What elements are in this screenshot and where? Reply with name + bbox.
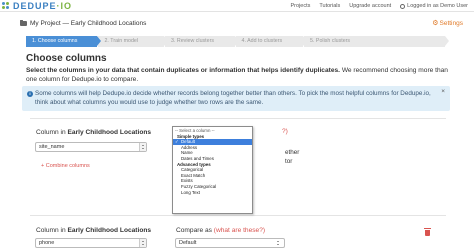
dedupe-logo[interactable]: DEDUPE·IO	[2, 1, 72, 11]
step-add-to-clusters[interactable]: 4. Add to clusters	[235, 36, 307, 47]
step-polish-clusters[interactable]: 5. Polish clusters	[304, 36, 449, 47]
intro-text: Select the columns in your data that con…	[26, 67, 450, 84]
what-are-these-link[interactable]: ?)	[282, 128, 288, 135]
user-menu[interactable]: Logged in as Demo User	[400, 3, 468, 9]
page-title: Choose columns	[26, 53, 107, 64]
user-icon	[400, 3, 406, 9]
column-label: Column in Early Childhood Locations	[36, 227, 152, 234]
compare-as-label: Compare as (what are these?)	[176, 227, 266, 234]
column-label: Column in Early Childhood Locations	[36, 129, 152, 136]
nav-link-upgrade-account[interactable]: Upgrade account	[349, 3, 391, 9]
user-label: Logged in as Demo User	[407, 3, 468, 9]
column-select-value: phone	[39, 240, 55, 246]
step-choose-columns[interactable]: 1. Choose columns	[26, 36, 102, 47]
logo-text: DEDUPE·IO	[13, 1, 73, 11]
dropdown-option-long-text[interactable]: Long Text	[173, 190, 252, 196]
select-arrows-icon	[139, 143, 146, 151]
trash-icon[interactable]	[423, 228, 431, 236]
column-select[interactable]: phone	[35, 238, 147, 248]
select-arrows-icon	[139, 239, 146, 247]
combine-columns-link[interactable]: + Combine columns	[41, 163, 90, 169]
close-icon[interactable]: ×	[441, 88, 445, 95]
project-title[interactable]: My Project — Early Childhood Locations	[30, 20, 146, 27]
column-select-value: site_name	[39, 144, 65, 150]
hidden-help-text: ether tor	[285, 149, 300, 165]
nav-links: Projects Tutorials Upgrade account Logge…	[282, 1, 469, 11]
info-icon: i	[27, 91, 33, 97]
wizard-steps: 1. Choose columns 2. Train model 3. Revi…	[26, 36, 449, 47]
compare-as-dropdown-list: -- Select a column -- Simple types ✓ Defa…	[172, 126, 253, 214]
gear-icon: ⚙	[432, 20, 439, 27]
select-arrows-icon	[276, 239, 282, 247]
what-are-these-link[interactable]: (what are these?)	[214, 227, 265, 234]
compare-as-select[interactable]: Default	[175, 238, 285, 248]
folder-icon	[20, 20, 27, 26]
settings-label: Settings	[439, 20, 464, 27]
column-select[interactable]: site_name	[35, 142, 147, 152]
nav-link-projects[interactable]: Projects	[291, 3, 311, 9]
logo-dots-icon	[2, 1, 11, 11]
step-review-clusters[interactable]: 3. Review clusters	[165, 36, 238, 47]
settings-link[interactable]: ⚙ Settings	[432, 20, 463, 27]
nav-link-tutorials[interactable]: Tutorials	[319, 3, 340, 9]
top-navbar: DEDUPE·IO Projects Tutorials Upgrade acc…	[0, 0, 474, 12]
column-card: Column in Early Childhood Locations phon…	[30, 215, 446, 251]
info-text: Some columns will help Dedupe.io decide …	[35, 90, 431, 106]
breadcrumb: My Project — Early Childhood Locations	[20, 20, 146, 27]
step-train-model[interactable]: 2. Train model	[98, 36, 168, 47]
intro-bold: Select the columns in your data that con…	[26, 67, 340, 74]
info-callout: i Some columns will help Dedupe.io decid…	[22, 86, 450, 111]
compare-select-value: Default	[179, 240, 197, 246]
